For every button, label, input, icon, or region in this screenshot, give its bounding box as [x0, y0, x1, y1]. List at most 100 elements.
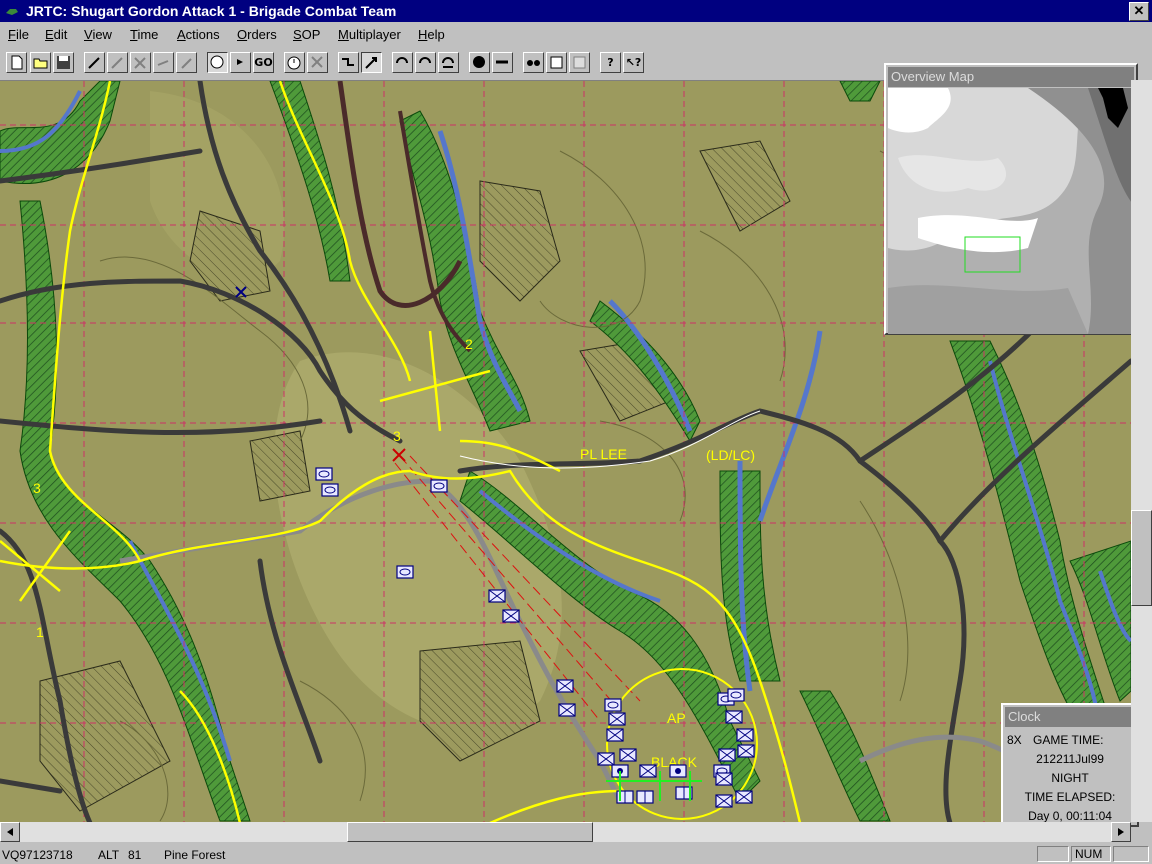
vertical-scrollbar[interactable]: [1131, 80, 1152, 822]
unit-tool-4-button[interactable]: [153, 52, 174, 73]
open-folder-icon: [33, 58, 48, 69]
unit-tool-2-button[interactable]: [107, 52, 128, 73]
unit-symbol[interactable]: [604, 698, 622, 712]
altitude-label: ALT: [98, 848, 120, 862]
cancel-timer-button[interactable]: [307, 52, 328, 73]
menu-actions[interactable]: Actions: [177, 27, 220, 42]
overview-map-title: Overview Map: [888, 67, 1134, 87]
vertical-scroll-thumb[interactable]: [1131, 510, 1152, 606]
rotate-icon: [442, 57, 454, 68]
unit-symbol[interactable]: [639, 764, 657, 778]
fire-button[interactable]: [492, 52, 513, 73]
step-button[interactable]: [230, 52, 251, 73]
clock-icon: [210, 55, 224, 69]
unit-symbol[interactable]: [736, 728, 754, 742]
menu-sop[interactable]: SOP: [293, 27, 320, 42]
context-help-button[interactable]: ↖?: [623, 52, 644, 73]
unit-symbol[interactable]: [636, 790, 654, 804]
help-button[interactable]: ?: [600, 52, 621, 73]
horizontal-scrollbar[interactable]: [0, 822, 1131, 842]
bullet-icon: [496, 60, 508, 64]
stopwatch-icon: [287, 56, 301, 70]
route-icon: [342, 58, 354, 66]
menu-view[interactable]: View: [84, 27, 112, 42]
menu-time[interactable]: Time: [130, 27, 158, 42]
menu-file[interactable]: File: [8, 27, 29, 42]
menu-multiplayer[interactable]: Multiplayer: [338, 27, 401, 42]
unit-tool-icon: [157, 60, 169, 66]
unit-symbol[interactable]: [315, 467, 333, 481]
order-tool-1-button[interactable]: [392, 52, 413, 73]
save-disk-icon: [57, 56, 70, 69]
unit-symbol[interactable]: [669, 764, 687, 778]
unit-tool-1-button[interactable]: [84, 52, 105, 73]
menu-help[interactable]: Help: [418, 27, 445, 42]
game-time-label: GAME TIME:: [1033, 733, 1104, 747]
unit-symbol[interactable]: [430, 479, 448, 493]
unit-symbol[interactable]: [735, 790, 753, 804]
close-button[interactable]: ✕: [1129, 2, 1149, 21]
unit-symbol[interactable]: [737, 744, 755, 758]
unit-symbol[interactable]: [715, 772, 733, 786]
report-icon: [573, 56, 586, 69]
go-button[interactable]: GO: [253, 52, 274, 73]
order-tool-2-button[interactable]: [415, 52, 436, 73]
overview-map-canvas[interactable]: [888, 88, 1136, 334]
num-lock-indicator: NUM: [1071, 846, 1111, 862]
unit-symbol[interactable]: [725, 710, 743, 724]
hill-area: [479, 180, 561, 302]
step-arrow-icon: [237, 59, 243, 65]
pause-clock-button[interactable]: [207, 52, 228, 73]
order-tool-3-button[interactable]: [438, 52, 459, 73]
menu-orders[interactable]: Orders: [237, 27, 277, 42]
unit-symbol[interactable]: [727, 688, 745, 702]
rotate-icon: [419, 57, 431, 64]
unit-symbol[interactable]: [619, 748, 637, 762]
unit-symbol[interactable]: [558, 703, 576, 717]
ld-lc-label: (LD/LC): [706, 447, 755, 463]
hill-area: [699, 140, 791, 232]
arrow-left-icon: [7, 828, 13, 836]
order-move-button[interactable]: [338, 52, 359, 73]
unit-symbol[interactable]: [321, 483, 339, 497]
hill-area: [249, 430, 311, 502]
game-time-value: 212211Jul99: [1036, 752, 1104, 766]
phase-line-label: PL LEE: [580, 446, 627, 462]
window-title: JRTC: Shugart Gordon Attack 1 - Brigade …: [26, 3, 397, 19]
order-attack-button[interactable]: [361, 52, 382, 73]
unit-symbol[interactable]: [606, 728, 624, 742]
unit-symbol[interactable]: [715, 794, 733, 808]
unit-symbol[interactable]: [597, 752, 615, 766]
unit-symbol[interactable]: [608, 712, 626, 726]
unit-tool-icon: [181, 58, 192, 69]
scroll-right-button[interactable]: [1111, 822, 1131, 842]
halt-button[interactable]: [469, 52, 490, 73]
hill-area: [419, 640, 541, 762]
unit-symbol[interactable]: [488, 589, 506, 603]
menu-edit[interactable]: Edit: [45, 27, 67, 42]
view-tool-2-button[interactable]: [546, 52, 567, 73]
unit-tool-5-button[interactable]: [176, 52, 197, 73]
new-file-button[interactable]: [6, 52, 27, 73]
map-number-label: 3: [393, 428, 401, 444]
horizontal-scroll-thumb[interactable]: [347, 822, 593, 842]
view-tool-1-button[interactable]: [523, 52, 544, 73]
time-elapsed-label: TIME ELAPSED:: [1024, 790, 1116, 804]
arrow-right-icon: [1118, 828, 1124, 836]
unit-tool-3-button[interactable]: [130, 52, 151, 73]
scroll-left-button[interactable]: [0, 822, 20, 842]
unit-symbol[interactable]: [396, 565, 414, 579]
save-button[interactable]: [53, 52, 74, 73]
unit-symbol[interactable]: [718, 748, 736, 762]
wrench-icon: [88, 57, 100, 69]
status-bar: VQ97123718 ALT 81 Pine Forest NUM: [0, 844, 1152, 864]
open-file-button[interactable]: [30, 52, 51, 73]
unit-symbol[interactable]: [556, 679, 574, 693]
unit-tool-icon: [134, 57, 146, 69]
timer-button[interactable]: [284, 52, 305, 73]
view-tool-3-button[interactable]: [569, 52, 590, 73]
unit-symbol[interactable]: [502, 609, 520, 623]
report-icon: [550, 56, 563, 69]
menu-bar: File Edit View Time Actions Orders SOP M…: [0, 23, 1152, 45]
overview-map-panel[interactable]: Overview Map: [884, 63, 1138, 335]
